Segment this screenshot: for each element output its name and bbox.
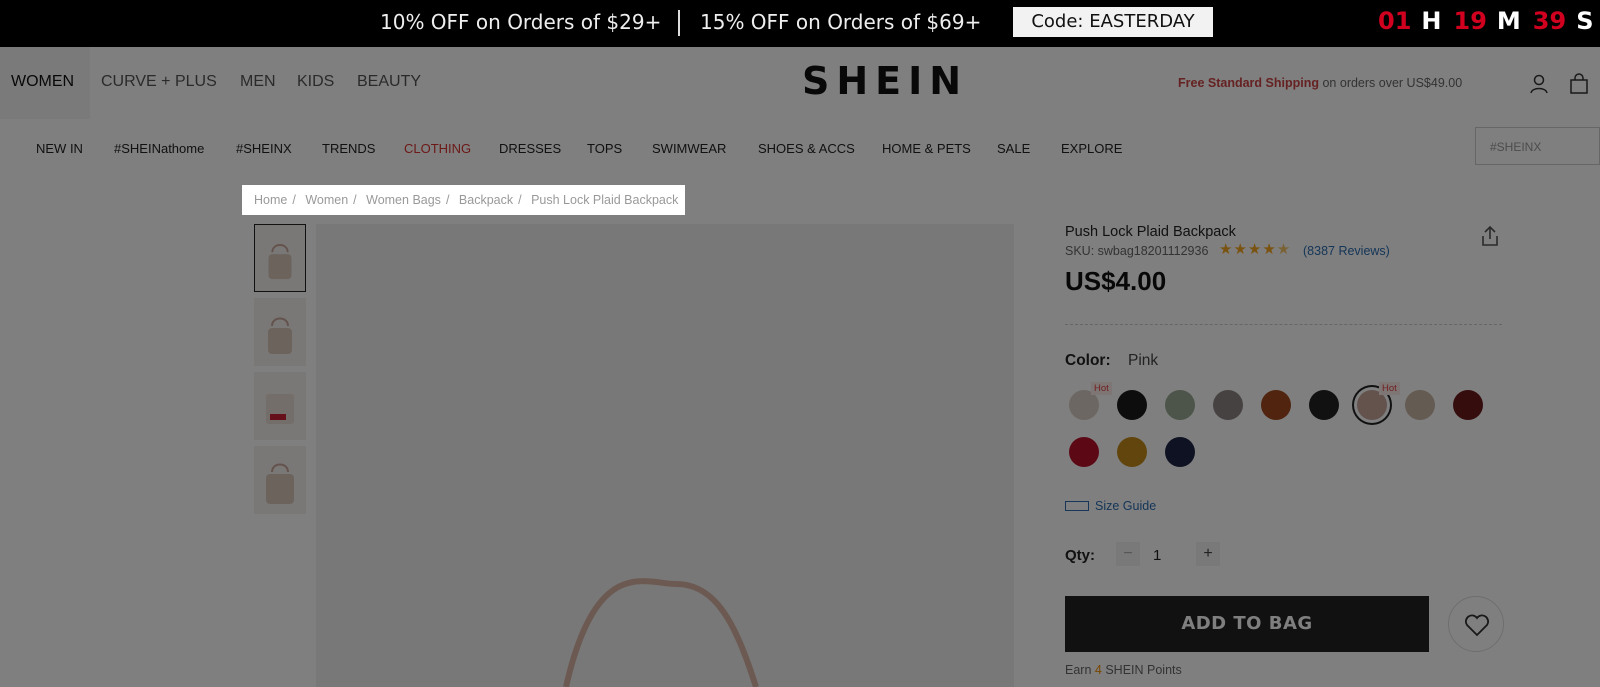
points-suffix: SHEIN Points xyxy=(1105,663,1182,677)
thumbnail-3[interactable] xyxy=(254,372,306,440)
reviews-link[interactable]: (8387 Reviews) xyxy=(1303,244,1390,258)
shipping-rest: on orders over US$49.00 xyxy=(1322,76,1463,90)
breadcrumb-women[interactable]: Women xyxy=(305,193,348,207)
hot-badge: Hot xyxy=(1379,382,1400,395)
nav-clothing[interactable]: CLOTHING xyxy=(404,141,471,156)
color-swatch[interactable] xyxy=(1405,390,1435,420)
promo-offer-2: 15% OFF on Orders of $69+ xyxy=(700,10,982,34)
category-kids[interactable]: KIDS xyxy=(297,73,334,91)
points-notice: Earn 4 SHEIN Points xyxy=(1065,663,1182,677)
timer-seconds-unit: S xyxy=(1576,7,1594,35)
timer-minutes: 19 xyxy=(1453,7,1487,35)
thumbnail-2[interactable] xyxy=(254,298,306,366)
promo-bar: 10% OFF on Orders of $29+ 15% OFF on Ord… xyxy=(0,0,1600,47)
color-swatch[interactable] xyxy=(1117,390,1147,420)
breadcrumb: Home / Women / Women Bags / Backpack / Push … xyxy=(242,185,685,215)
product-page: Push Lock Plaid Backpack SKU: swbag18201… xyxy=(0,177,1600,687)
category-men[interactable]: MEN xyxy=(240,73,276,91)
thumbnail-4[interactable] xyxy=(254,446,306,514)
color-swatch[interactable] xyxy=(1069,437,1099,467)
color-label: Color: xyxy=(1065,352,1111,369)
product-sku: SKU: swbag18201112936 xyxy=(1065,244,1209,258)
nav-tops[interactable]: TOPS xyxy=(587,141,622,156)
search-input[interactable]: #SHEINX xyxy=(1475,127,1600,165)
qty-decrease-button[interactable]: − xyxy=(1116,542,1140,566)
wishlist-button[interactable] xyxy=(1448,596,1504,652)
color-swatch[interactable] xyxy=(1165,437,1195,467)
shein-logo[interactable]: SHEIN xyxy=(802,59,968,103)
category-curve-plus[interactable]: CURVE + PLUS xyxy=(101,73,217,91)
breadcrumb-home[interactable]: Home xyxy=(254,193,287,207)
nav-home-pets[interactable]: HOME & PETS xyxy=(882,141,971,156)
color-swatch[interactable] xyxy=(1165,390,1195,420)
breadcrumb-backpack[interactable]: Backpack xyxy=(459,193,513,207)
nav-shoes-accs[interactable]: SHOES & ACCS xyxy=(758,141,855,156)
promo-code[interactable]: Code: EASTERDAY xyxy=(1013,7,1213,37)
nav-dresses[interactable]: DRESSES xyxy=(499,141,561,156)
promo-divider xyxy=(678,10,680,36)
category-beauty[interactable]: BEAUTY xyxy=(357,73,421,91)
timer-minutes-unit: M xyxy=(1496,7,1521,35)
product-price: US$4.00 xyxy=(1065,266,1167,296)
timer-seconds: 39 xyxy=(1532,7,1567,35)
color-swatch[interactable] xyxy=(1309,390,1339,420)
thumbnail-1[interactable] xyxy=(254,224,306,292)
site-header: WOMEN CURVE + PLUS MEN KIDS BEAUTY SHEIN… xyxy=(0,47,1600,119)
color-swatch[interactable] xyxy=(1453,390,1483,420)
main-product-image[interactable] xyxy=(316,224,1014,687)
nav-trends[interactable]: TRENDS xyxy=(322,141,375,156)
nav-sale[interactable]: SALE xyxy=(997,141,1030,156)
color-swatch[interactable] xyxy=(1117,437,1147,467)
product-title: Push Lock Plaid Backpack xyxy=(1065,224,1236,240)
add-to-bag-button[interactable]: ADD TO BAG xyxy=(1065,596,1429,652)
category-women[interactable]: WOMEN xyxy=(11,73,74,91)
breadcrumb-current: Push Lock Plaid Backpack xyxy=(531,193,679,207)
points-prefix: Earn xyxy=(1065,663,1092,677)
color-value: Pink xyxy=(1128,352,1159,369)
hot-badge: Hot xyxy=(1091,382,1112,395)
divider xyxy=(1065,324,1502,325)
account-icon[interactable] xyxy=(1528,73,1550,95)
promo-offer-1: 10% OFF on Orders of $29+ xyxy=(380,10,662,34)
color-swatch[interactable] xyxy=(1213,390,1243,420)
nav-sheinx[interactable]: #SHEINX xyxy=(236,141,292,156)
nav-explore[interactable]: EXPLORE xyxy=(1061,141,1122,156)
shipping-notice: Free Standard Shipping on orders over US… xyxy=(1178,76,1462,90)
nav-sheinathome[interactable]: #SHEINathome xyxy=(114,141,204,156)
breadcrumb-women-bags[interactable]: Women Bags xyxy=(366,193,441,207)
share-icon[interactable] xyxy=(1478,224,1502,248)
color-swatch[interactable] xyxy=(1261,390,1291,420)
ruler-icon xyxy=(1065,501,1089,511)
points-value: 4 xyxy=(1094,663,1102,677)
qty-increase-button[interactable]: + xyxy=(1196,542,1220,566)
countdown-timer: 01 H 19 M 39 S xyxy=(1378,7,1600,35)
qty-label: Qty: xyxy=(1065,547,1095,564)
bag-icon[interactable] xyxy=(1568,73,1590,95)
shipping-highlight: Free Standard Shipping xyxy=(1178,76,1319,90)
qty-value[interactable]: 1 xyxy=(1153,547,1161,564)
timer-hours: 01 xyxy=(1378,7,1412,35)
rating-stars: ★★★★★ xyxy=(1219,241,1292,258)
heart-icon xyxy=(1465,614,1489,637)
nav-new-in[interactable]: NEW IN xyxy=(36,141,83,156)
timer-hours-unit: H xyxy=(1421,7,1442,35)
main-nav: NEW IN #SHEINathome #SHEINX TRENDS CLOTH… xyxy=(0,119,1600,177)
size-guide-link[interactable]: Size Guide xyxy=(1095,499,1156,513)
nav-swimwear[interactable]: SWIMWEAR xyxy=(652,141,726,156)
